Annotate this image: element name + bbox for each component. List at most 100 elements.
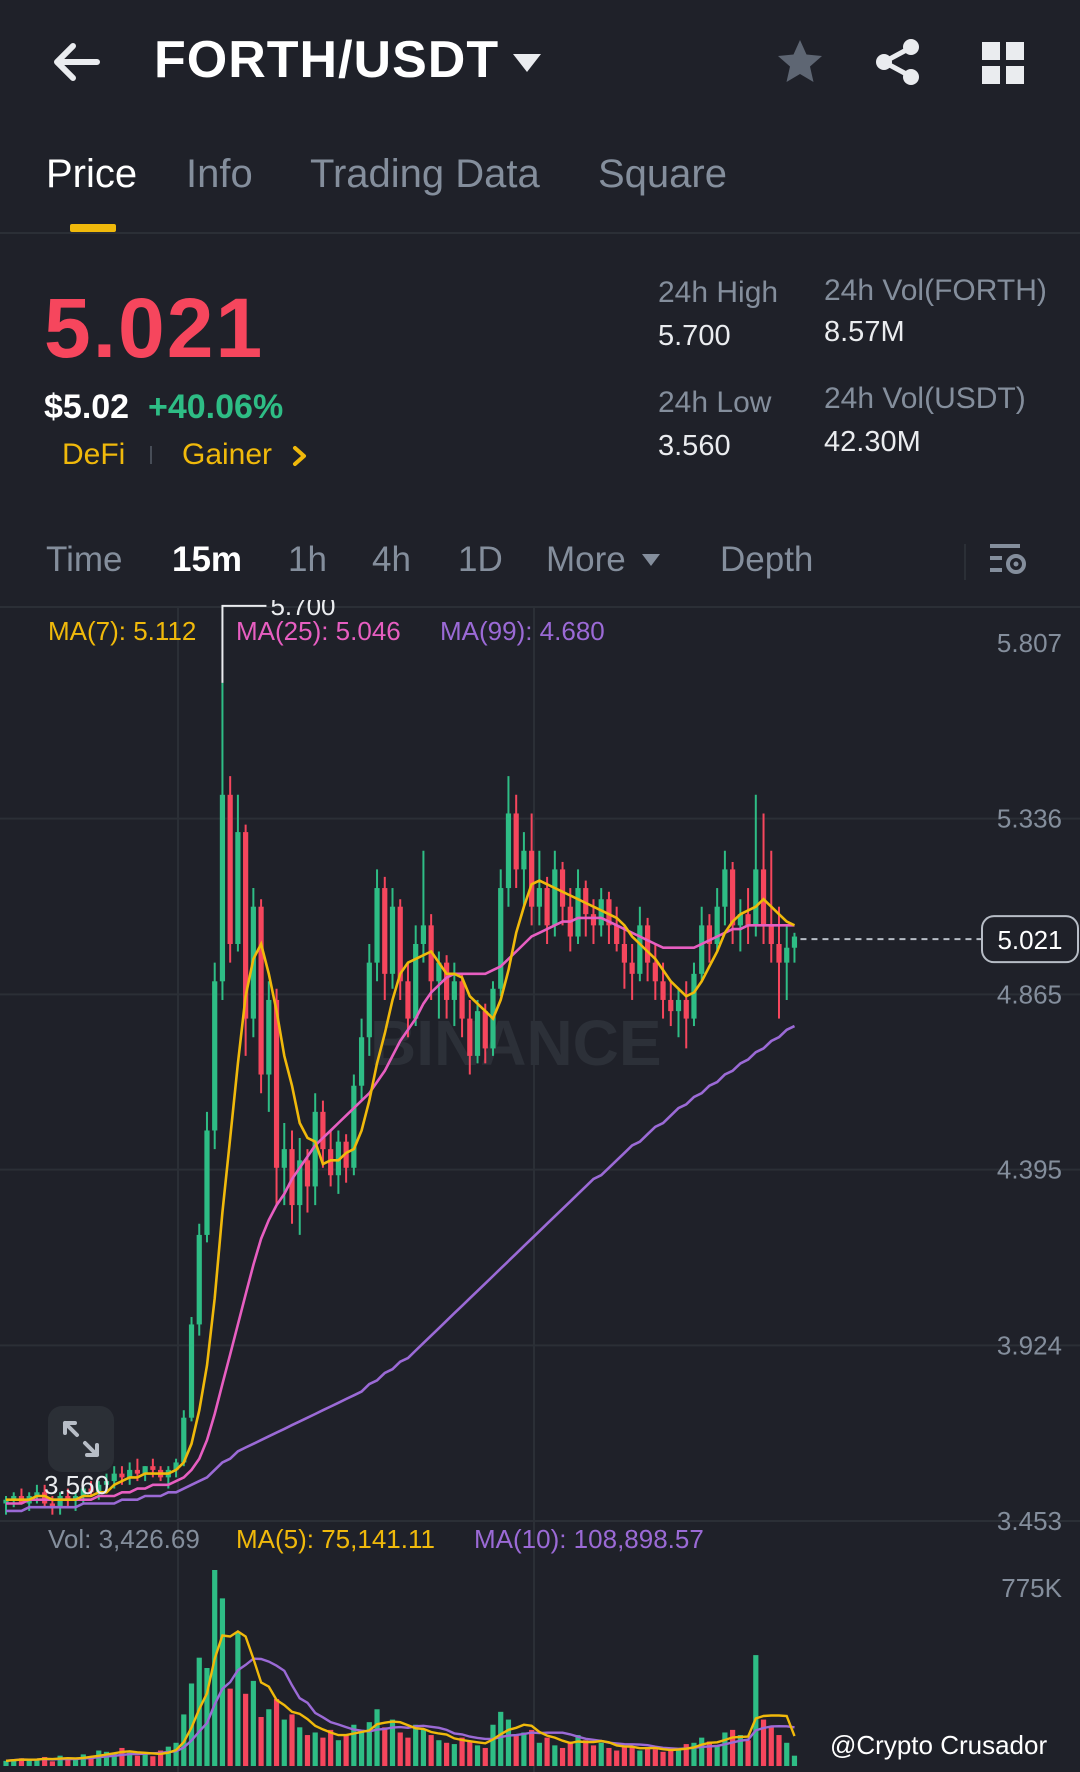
back-button[interactable] (44, 34, 108, 90)
candle-body (722, 869, 728, 907)
moving-average-lines (6, 879, 796, 1513)
chevron-right-icon[interactable] (290, 442, 310, 470)
candle-body (621, 943, 627, 963)
expand-chart-button[interactable] (48, 1406, 114, 1472)
timeframe-more[interactable]: More (546, 540, 626, 580)
candle-body (474, 1011, 481, 1056)
volume-bar (142, 1754, 148, 1766)
candle-body (559, 869, 566, 907)
candle-body (614, 925, 620, 944)
expand-icon (63, 1421, 99, 1457)
candle-body (691, 973, 697, 1019)
volume-bar (714, 1745, 720, 1766)
candle-body (683, 999, 689, 1019)
chevron-down-icon[interactable] (510, 50, 544, 76)
timeframe-1d[interactable]: 1D (458, 540, 503, 580)
volume-bar (235, 1631, 241, 1766)
credit-watermark: @Crypto Crusador (830, 1730, 1048, 1760)
timeframe-time[interactable]: Time (46, 540, 122, 580)
tab-square[interactable]: Square (598, 152, 727, 197)
volume-bar (374, 1709, 380, 1766)
candle-body (498, 888, 504, 989)
pair-title[interactable]: FORTH/USDT (154, 30, 499, 90)
price-axis: 5.807 5.336 4.865 4.395 3.924 3.453 775K (997, 628, 1063, 1603)
price-axis-tick-label: 3.453 (997, 1506, 1062, 1536)
volume-bar (312, 1732, 318, 1766)
tag-gainer[interactable]: Gainer (182, 438, 272, 472)
grid-icon[interactable] (980, 40, 1026, 86)
chevron-down-icon[interactable] (640, 552, 662, 568)
active-tab-indicator (70, 224, 116, 232)
volume-bar (699, 1737, 705, 1766)
arrow-left-icon (54, 43, 100, 81)
volume-bar (575, 1735, 581, 1766)
tab-trading-data[interactable]: Trading Data (310, 152, 540, 197)
candle-body (119, 1473, 125, 1478)
chart-settings-icon[interactable] (988, 540, 1028, 580)
candlestick-chart[interactable]: BINANCE 5.8075.3364.8654.3953.9243.45377… (0, 600, 1080, 1772)
candle-body (652, 962, 658, 982)
volume-bar (544, 1737, 550, 1766)
volume-bar (444, 1742, 450, 1766)
ma99-legend: MA(99): 4.680 (440, 616, 605, 646)
candle-body (444, 962, 450, 1000)
volume-bar (606, 1747, 612, 1766)
volume-bar (521, 1732, 527, 1766)
timeframe-15m[interactable]: 15m (172, 540, 242, 580)
volume-bar (57, 1755, 63, 1766)
volume-bar (513, 1735, 519, 1766)
candle-body (675, 999, 682, 1012)
star-icon[interactable] (774, 36, 826, 88)
candles (3, 682, 798, 1515)
volume-bar (529, 1729, 535, 1766)
current-price-label: 5.021 (997, 925, 1062, 955)
candle-body (204, 1130, 210, 1235)
volume-bar (227, 1688, 233, 1766)
candle-body (521, 850, 527, 870)
volume-bars (3, 1570, 798, 1766)
candle-body (768, 925, 774, 944)
vol-ma10-legend: MA(10): 108,898.57 (474, 1524, 704, 1554)
volume-bar (644, 1747, 651, 1766)
price-axis-tick-label: 4.865 (997, 979, 1062, 1009)
candle-body (784, 947, 790, 963)
candle-body (505, 813, 512, 889)
timeframe-depth[interactable]: Depth (720, 540, 813, 580)
volume-bar (266, 1709, 272, 1766)
tab-info[interactable]: Info (186, 152, 253, 197)
candle-body (482, 1011, 488, 1049)
price-axis-tick-label: 5.807 (997, 628, 1062, 658)
usd-price: $5.02 (44, 388, 130, 426)
share-icon[interactable] (872, 36, 924, 88)
candle-body (196, 1234, 202, 1325)
volume-bar (614, 1750, 620, 1766)
candle-body (552, 869, 558, 926)
ma7-legend: MA(7): 5.112 (48, 616, 197, 646)
volume-bar (474, 1745, 481, 1766)
candle-body (266, 999, 272, 1075)
ma25-legend: MA(25): 5.046 (236, 616, 401, 646)
volume-axis-tick-label: 775K (1001, 1573, 1062, 1603)
volume-bar (289, 1714, 295, 1766)
candle-body (227, 794, 233, 944)
candle-body (536, 888, 542, 907)
volume-bar (397, 1732, 403, 1766)
volume-bar (451, 1744, 457, 1766)
tab-price[interactable]: Price (46, 152, 137, 197)
candle-body (219, 794, 226, 982)
volume-bar (258, 1717, 264, 1766)
timeframe-4h[interactable]: 4h (372, 540, 411, 580)
candle-body (382, 888, 388, 974)
volume-bar (459, 1737, 465, 1766)
candle-body (459, 981, 465, 1019)
volume-bar (490, 1724, 496, 1766)
timeframe-1h[interactable]: 1h (288, 540, 327, 580)
volume-bar (552, 1745, 558, 1766)
candle-body (374, 888, 380, 963)
volume-bar (791, 1755, 798, 1766)
candle-body (668, 999, 674, 1012)
volume-bar (567, 1741, 573, 1766)
tag-defi[interactable]: DeFi (62, 438, 125, 472)
volume-bar (660, 1751, 666, 1766)
volume-bar (505, 1719, 512, 1766)
